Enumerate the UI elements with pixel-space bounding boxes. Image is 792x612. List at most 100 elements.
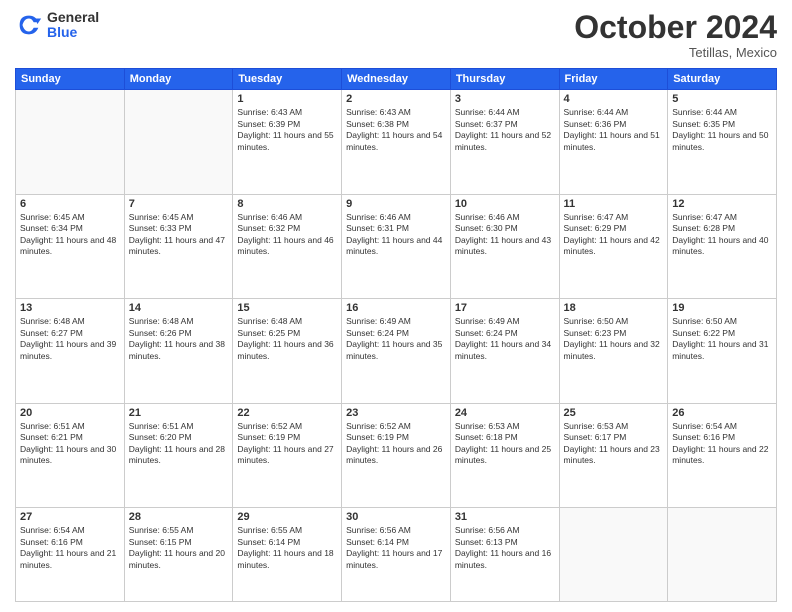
sunrise-text: Sunrise: 6:52 AM [237, 421, 337, 432]
day-number: 5 [672, 93, 772, 105]
logo-icon [15, 11, 43, 39]
day-number: 10 [455, 198, 555, 210]
daylight-text: Daylight: 11 hours and 39 minutes. [20, 339, 120, 362]
day-detail: Sunrise: 6:54 AMSunset: 6:16 PMDaylight:… [20, 525, 120, 571]
day-detail: Sunrise: 6:45 AMSunset: 6:34 PMDaylight:… [20, 212, 120, 258]
day-detail: Sunrise: 6:46 AMSunset: 6:31 PMDaylight:… [346, 212, 446, 258]
day-detail: Sunrise: 6:50 AMSunset: 6:22 PMDaylight:… [672, 316, 772, 362]
daylight-text: Daylight: 11 hours and 34 minutes. [455, 339, 555, 362]
day-detail: Sunrise: 6:52 AMSunset: 6:19 PMDaylight:… [237, 421, 337, 467]
sunset-text: Sunset: 6:23 PM [564, 328, 664, 339]
daylight-text: Daylight: 11 hours and 38 minutes. [129, 339, 229, 362]
day-detail: Sunrise: 6:49 AMSunset: 6:24 PMDaylight:… [455, 316, 555, 362]
sunset-text: Sunset: 6:18 PM [455, 432, 555, 443]
sunrise-text: Sunrise: 6:48 AM [237, 316, 337, 327]
day-number: 15 [237, 302, 337, 314]
cell-0-2: 1 Sunrise: 6:43 AMSunset: 6:39 PMDaylight… [233, 90, 342, 195]
day-number: 11 [564, 198, 664, 210]
day-detail: Sunrise: 6:54 AMSunset: 6:16 PMDaylight:… [672, 421, 772, 467]
sunset-text: Sunset: 6:16 PM [20, 537, 120, 548]
day-detail: Sunrise: 6:51 AMSunset: 6:20 PMDaylight:… [129, 421, 229, 467]
cell-2-2: 15Sunrise: 6:48 AMSunset: 6:25 PMDayligh… [233, 299, 342, 404]
cell-1-4: 10 Sunrise: 6:46 AMSunset: 6:30 PMDayligh… [450, 194, 559, 299]
cell-4-6 [668, 508, 777, 602]
day-detail: Sunrise: 6:56 AMSunset: 6:13 PMDaylight:… [455, 525, 555, 571]
day-detail: Sunrise: 6:46 AMSunset: 6:30 PMDaylight:… [455, 212, 555, 258]
day-number: 13 [20, 302, 120, 314]
cell-3-6: 26 Sunrise: 6:54 AMSunset: 6:16 PMDayligh… [668, 403, 777, 508]
day-number: 16 [346, 302, 446, 314]
cell-0-3: 2Sunrise: 6:43 AMSunset: 6:38 PMDaylight… [342, 90, 451, 195]
day-detail: Sunrise: 6:44 AMSunset: 6:36 PMDaylight:… [564, 107, 664, 153]
sunrise-text: Sunrise: 6:53 AM [564, 421, 664, 432]
sunset-text: Sunset: 6:38 PM [346, 119, 446, 130]
sunrise-text: Sunrise: 6:48 AM [129, 316, 229, 327]
daylight-text: Daylight: 11 hours and 25 minutes. [455, 444, 555, 467]
sunrise-text: Sunrise: 6:48 AM [20, 316, 120, 327]
daylight-text: Daylight: 11 hours and 51 minutes. [564, 130, 664, 153]
sunrise-text: Sunrise: 6:43 AM [346, 107, 446, 118]
week-row-3: 20 Sunrise: 6:51 AM Sunset: 6:21 PM Dayligh… [16, 403, 777, 508]
day-detail: Sunrise: 6:43 AMSunset: 6:39 PMDaylight:… [237, 107, 337, 153]
sunrise-text: Sunrise: 6:49 AM [455, 316, 555, 327]
sunrise-text: Sunrise: 6:47 AM [672, 212, 772, 223]
day-number: 23 [346, 407, 446, 419]
day-number: 26 [672, 407, 772, 419]
day-number: 9 [346, 198, 446, 210]
sunset-text: Sunset: 6:28 PM [672, 223, 772, 234]
day-number: 17 [455, 302, 555, 314]
col-wednesday: Wednesday [342, 69, 451, 90]
daylight-text: Daylight: 11 hours and 20 minutes. [129, 548, 229, 571]
cell-3-0: 20Sunrise: 6:51 AMSunset: 6:21 PMDayligh… [16, 403, 125, 508]
day-number: 19 [672, 302, 772, 314]
calendar-page: General Blue October 2024 Tetillas, Mexi… [0, 0, 792, 612]
daylight-text: Daylight: 11 hours and 26 minutes. [346, 444, 446, 467]
sunset-text: Sunset: 6:30 PM [455, 223, 555, 234]
logo-blue-text: Blue [47, 25, 99, 40]
sunrise-text: Sunrise: 6:56 AM [346, 525, 446, 536]
col-sunday: Sunday [16, 69, 125, 90]
sunrise-text: Sunrise: 6:44 AM [672, 107, 772, 118]
day-detail: Sunrise: 6:45 AMSunset: 6:33 PMDaylight:… [129, 212, 229, 258]
day-detail: Sunrise: 6:43 AMSunset: 6:38 PMDaylight:… [346, 107, 446, 153]
daylight-text: Daylight: 11 hours and 27 minutes. [237, 444, 337, 467]
sunrise-text: Sunrise: 6:44 AM [564, 107, 664, 118]
daylight-text: Daylight: 11 hours and 28 minutes. [129, 444, 229, 467]
day-number: 4 [564, 93, 664, 105]
day-number: 12 [672, 198, 772, 210]
day-number: 29 [237, 511, 337, 523]
day-detail: Sunrise: 6:53 AMSunset: 6:17 PMDaylight:… [564, 421, 664, 467]
day-detail: Sunrise: 6:55 AMSunset: 6:14 PMDaylight:… [237, 525, 337, 571]
sunset-text: Sunset: 6:13 PM [455, 537, 555, 548]
sunset-text: Sunset: 6:20 PM [129, 432, 229, 443]
sunrise-text: Sunrise: 6:52 AM [346, 421, 446, 432]
daylight-text: Daylight: 11 hours and 22 minutes. [672, 444, 772, 467]
day-detail: Sunrise: 6:44 AMSunset: 6:35 PMDaylight:… [672, 107, 772, 153]
sunset-text: Sunset: 6:21 PM [20, 432, 120, 443]
sunrise-text: Sunrise: 6:56 AM [455, 525, 555, 536]
cell-4-5 [559, 508, 668, 602]
sunset-text: Sunset: 6:27 PM [20, 328, 120, 339]
day-detail: Sunrise: 6:46 AMSunset: 6:32 PMDaylight:… [237, 212, 337, 258]
daylight-text: Daylight: 11 hours and 47 minutes. [129, 235, 229, 258]
sunrise-text: Sunrise: 6:50 AM [564, 316, 664, 327]
calendar-table: Sunday Monday Tuesday Wednesday Thursday… [15, 68, 777, 602]
cell-3-1: 21Sunrise: 6:51 AMSunset: 6:20 PMDayligh… [124, 403, 233, 508]
sunrise-text: Sunrise: 6:51 AM [129, 421, 229, 432]
logo: General Blue [15, 10, 99, 41]
daylight-text: Daylight: 11 hours and 55 minutes. [237, 130, 337, 153]
sunrise-text: Sunrise: 6:46 AM [237, 212, 337, 223]
cell-0-6: 5 Sunrise: 6:44 AMSunset: 6:35 PMDaylight… [668, 90, 777, 195]
day-number: 20 [20, 407, 120, 419]
cell-2-5: 18Sunrise: 6:50 AMSunset: 6:23 PMDayligh… [559, 299, 668, 404]
cell-3-4: 24Sunrise: 6:53 AMSunset: 6:18 PMDayligh… [450, 403, 559, 508]
sunrise-text: Sunrise: 6:43 AM [237, 107, 337, 118]
sunrise-text: Sunrise: 6:46 AM [455, 212, 555, 223]
day-number: 1 [237, 93, 337, 105]
day-number: 14 [129, 302, 229, 314]
sunrise-text: Sunrise: 6:46 AM [346, 212, 446, 223]
sunrise-text: Sunrise: 6:54 AM [20, 525, 120, 536]
daylight-text: Daylight: 11 hours and 18 minutes. [237, 548, 337, 571]
cell-2-6: 19 Sunrise: 6:50 AMSunset: 6:22 PMDayligh… [668, 299, 777, 404]
cell-4-2: 29 Sunrise: 6:55 AMSunset: 6:14 PMDayligh… [233, 508, 342, 602]
